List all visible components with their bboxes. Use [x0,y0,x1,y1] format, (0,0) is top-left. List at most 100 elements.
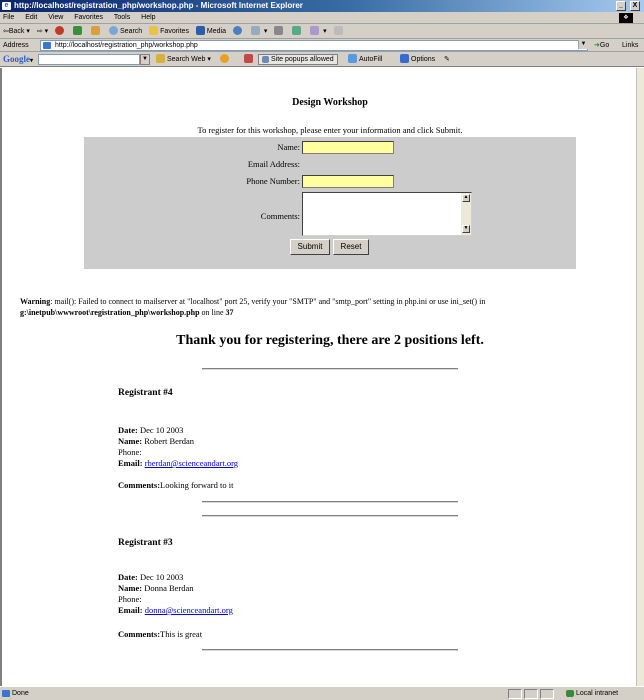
forward-arrow-icon: ⇨ [36,28,43,35]
page-scrollbar[interactable] [636,68,644,686]
scroll-down-arrow-icon[interactable]: ▼ [462,225,470,233]
refresh-icon [73,26,83,35]
back-button[interactable]: ⇦Back ▾ [3,24,30,39]
binoculars-icon [156,54,165,63]
search-web-button[interactable]: Search Web ▾ [156,52,211,67]
status-cell [524,689,538,699]
registrant-comments: Comments:Looking forward to it [118,480,233,491]
comments-value: Looking forward to it [160,480,234,490]
print-button[interactable] [274,24,285,39]
name-value: Donna Berdan [142,583,194,593]
home-button[interactable] [91,24,102,39]
print-icon [274,26,284,35]
standard-toolbar: ⇦Back ▾ ⇨ ▾ Search Favorites Media ▾ ▾ [0,24,644,39]
security-zone: Local intranet [566,687,618,700]
news-icon [244,54,253,63]
date-value: Dec 10 2003 [137,572,184,582]
google-logo[interactable]: Google▾ [3,54,33,64]
ie-logo-icon: e [2,2,11,10]
comments-textarea[interactable]: ▲ ▼ [302,192,472,236]
discuss-icon [310,26,320,35]
comments-field-label: Comments: [118,480,161,490]
messenger-button[interactable] [333,24,345,39]
registrant-email: Email: rberdan@scienceandart.org [118,458,238,469]
status-text: Done [12,690,29,697]
search-icon [109,26,119,35]
email-link[interactable]: donna@scienceandart.org [145,605,233,615]
registrant-comments: Comments:This is great [118,629,202,640]
home-icon [91,26,101,35]
pencil-icon: ✎ [444,56,450,63]
mail-icon [250,26,260,35]
close-button[interactable]: X [630,1,640,11]
menu-view[interactable]: View [48,14,63,21]
favorites-icon [149,26,159,35]
registrant-date: Date: Dec 10 2003 [118,572,183,583]
menu-edit[interactable]: Edit [25,14,37,21]
menu-help[interactable]: Help [141,14,155,21]
status-bar: Done Local intranet [0,686,644,700]
autofill-button[interactable]: AutoFill [348,52,382,67]
media-icon [195,26,205,35]
history-button[interactable] [232,24,244,39]
messenger-icon [333,26,343,35]
name-field-label: Name: [118,583,143,593]
page-icon [43,42,51,49]
email-link[interactable]: rberdan@scienceandart.org [145,458,238,468]
email-field-label: Email: [118,605,143,615]
window-title: http://localhost/registration_php/worksh… [14,1,303,10]
registrant-name: Name: Donna Berdan [118,583,194,594]
mail-button[interactable]: ▾ [250,24,267,39]
news-button[interactable] [244,52,255,67]
date-value: Dec 10 2003 [137,425,184,435]
menu-favorites[interactable]: Favorites [74,14,103,21]
address-bar: Address http://localhost/registration_ph… [0,39,644,52]
name-label: Name: [277,142,300,152]
scroll-up-arrow-icon[interactable]: ▲ [462,194,470,202]
page-rank-button[interactable] [220,52,231,67]
address-url: http://localhost/registration_php/worksh… [55,42,198,49]
address-input[interactable]: http://localhost/registration_php/worksh… [40,40,588,51]
registrant-email: Email: donna@scienceandart.org [118,605,233,616]
email-label: Email Address: [247,159,300,169]
media-button[interactable]: Media [195,24,226,39]
minimize-button[interactable]: _ [616,1,626,11]
submit-button[interactable]: Submit [290,239,330,255]
discuss-button[interactable]: ▾ [310,24,327,39]
warning-path: g:\inetpub\wwwroot\registration_php\work… [20,308,200,317]
google-toolbar: Google▾ ▼ Search Web ▾ Site popups allow… [0,52,644,67]
registrant-heading: Registrant #3 [118,538,173,548]
page-content: Design Workshop To register for this wor… [0,68,644,686]
phone-input[interactable] [302,175,394,188]
textarea-scrollbar[interactable]: ▲ ▼ [461,193,471,235]
warning-line-number: 37 [225,308,234,317]
page-status-icon [2,690,10,697]
favorites-button[interactable]: Favorites [149,24,189,39]
reset-button[interactable]: Reset [333,239,369,255]
popup-blocker-button[interactable]: Site popups allowed [258,54,338,65]
divider [202,501,458,503]
refresh-button[interactable] [73,24,84,39]
google-search-dropdown[interactable]: ▼ [140,54,150,65]
status-cell [508,689,522,699]
options-button[interactable]: Options [400,52,435,67]
address-label: Address [3,42,29,49]
google-search-input[interactable] [38,54,140,65]
menu-tools[interactable]: Tools [114,14,130,21]
thank-you-message: Thank you for registering, there are 2 p… [176,333,484,348]
popup-icon [262,56,269,63]
forward-button[interactable]: ⇨ ▾ [37,24,48,39]
php-warning: Warning: mail(): Failed to connect to ma… [20,296,620,318]
highlight-button[interactable]: ✎ [444,52,450,67]
links-button[interactable]: Links [622,39,638,52]
warning-on-line: on line [199,308,226,317]
address-dropdown-button[interactable]: ▼ [578,40,588,49]
intranet-icon [566,690,574,697]
window-titlebar[interactable]: e http://localhost/registration_php/work… [0,0,644,12]
search-button[interactable]: Search [109,24,142,39]
stop-button[interactable] [55,24,66,39]
go-button[interactable]: ➜Go [594,39,609,52]
name-input[interactable] [302,141,394,154]
menu-file[interactable]: File [3,14,14,21]
edit-button[interactable] [292,24,303,39]
